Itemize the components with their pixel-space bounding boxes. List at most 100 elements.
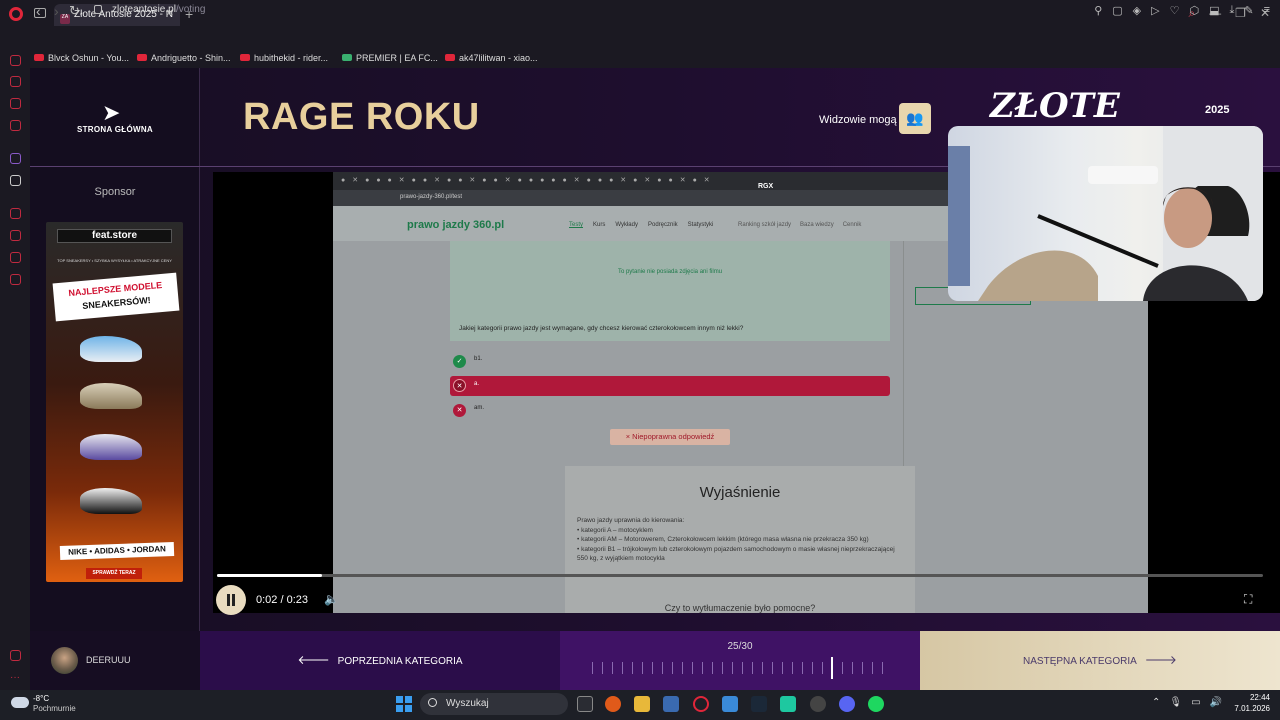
url-field[interactable]: zloteantosie.pl/voting (112, 4, 205, 15)
previous-category-button[interactable]: 🡐 POPRZEDNIA KATEGORIA (200, 631, 560, 690)
extensions-icon[interactable]: ⬡ (1189, 4, 1199, 17)
ai-icon[interactable]: ✎ (1244, 4, 1253, 17)
category-tick[interactable] (612, 662, 613, 674)
category-tick[interactable] (602, 662, 603, 674)
bookmark-item[interactable]: hubithekid - rider... (240, 53, 328, 63)
opera-logo-icon[interactable] (9, 7, 23, 21)
menu-icon[interactable]: ≡ (1264, 4, 1270, 17)
category-tick[interactable] (782, 662, 783, 674)
category-tick[interactable] (882, 662, 883, 674)
x-icon[interactable] (10, 175, 21, 186)
bookmark-item[interactable]: PREMIER | EA FC... (342, 53, 438, 63)
category-title: RAGE ROKU (243, 96, 480, 138)
category-tick[interactable] (662, 662, 663, 674)
file-explorer-icon[interactable] (634, 696, 650, 712)
notepad-icon[interactable] (722, 696, 738, 712)
shield-icon[interactable]: ◈ (1133, 4, 1141, 17)
forward-button[interactable]: › (54, 3, 59, 19)
discord-icon[interactable] (839, 696, 855, 712)
category-tick[interactable] (812, 662, 813, 674)
category-tick[interactable] (752, 662, 753, 674)
category-tick[interactable] (732, 662, 733, 674)
category-tick[interactable] (652, 662, 653, 674)
bookmark-item[interactable]: Andriguetto - Shin... (137, 53, 231, 63)
category-tick[interactable] (762, 662, 763, 674)
cloud-icon[interactable] (11, 697, 29, 708)
more-icon[interactable]: ··· (10, 672, 21, 683)
category-tick[interactable] (772, 662, 773, 674)
github-icon[interactable] (810, 696, 826, 712)
bookmark-item[interactable]: ak47lilitwan - xiao... (445, 53, 538, 63)
speaker-icon[interactable]: 🔊 (1210, 697, 1222, 708)
category-tick[interactable] (852, 662, 853, 674)
messenger-icon[interactable] (10, 76, 21, 87)
arrow-right-icon: 🡒 (1144, 653, 1177, 667)
display-icon[interactable]: ▭ (1191, 697, 1200, 708)
home-link[interactable]: STRONA GŁÓWNA (30, 125, 200, 134)
brave-icon[interactable] (605, 696, 621, 712)
viewers-button[interactable]: 👥 (899, 103, 931, 134)
category-tick[interactable] (622, 662, 623, 674)
category-tick[interactable] (592, 662, 593, 674)
snapshot-icon[interactable]: ▢ (1112, 4, 1122, 17)
store-icon[interactable] (663, 696, 679, 712)
chevron-up-icon[interactable]: ⌃ (1152, 697, 1160, 708)
fullscreen-icon[interactable]: ⛶ (1244, 592, 1252, 607)
pause-button[interactable] (216, 585, 246, 615)
windows-start-icon[interactable] (396, 696, 412, 712)
pin-icon[interactable]: ⚲ (1094, 4, 1102, 17)
home-arrow-icon[interactable]: ➤ (102, 100, 120, 126)
instagram-icon[interactable] (10, 120, 21, 131)
spotify-icon[interactable] (868, 696, 884, 712)
category-tick[interactable] (872, 662, 873, 674)
category-tick[interactable] (682, 662, 683, 674)
ad-cta-button[interactable]: SPRAWDŹ TERAZ (86, 568, 142, 579)
next-category-button[interactable]: NASTĘPNA KATEGORIA 🡒 (920, 631, 1280, 690)
gx-icon[interactable] (10, 650, 21, 661)
category-tick[interactable] (822, 662, 823, 674)
category-tick[interactable] (702, 662, 703, 674)
avatar[interactable] (51, 647, 78, 674)
lock-icon[interactable] (94, 5, 102, 14)
steam-icon[interactable] (751, 696, 767, 712)
category-tick[interactable] (642, 662, 643, 674)
category-tick[interactable] (672, 662, 673, 674)
play-icon[interactable]: ▷ (1151, 4, 1159, 17)
video-progress-track[interactable] (217, 574, 1263, 577)
wallet-icon[interactable]: ⬓ (1209, 4, 1219, 17)
aria-icon[interactable] (10, 55, 21, 66)
back-button[interactable]: ‹ (36, 3, 41, 19)
clock-date[interactable]: 7.01.2026 (1226, 704, 1270, 713)
category-tick-current[interactable] (831, 657, 833, 679)
weather-temperature[interactable]: -8°C (33, 694, 49, 703)
clock-time[interactable]: 22:44 (1236, 693, 1270, 702)
app-icon[interactable] (780, 696, 796, 712)
category-tick[interactable] (712, 662, 713, 674)
category-tick[interactable] (692, 662, 693, 674)
category-tick[interactable] (802, 662, 803, 674)
opera-sidebar: ··· (0, 55, 30, 690)
task-view-icon[interactable] (577, 696, 593, 712)
bookmark-item[interactable]: Blvck Oshun - You... (34, 53, 129, 63)
settings-icon[interactable] (10, 274, 21, 285)
heart-icon[interactable]: ♡ (1170, 4, 1180, 17)
history-icon[interactable] (10, 230, 21, 241)
player-icon[interactable] (10, 208, 21, 219)
taskbar-search[interactable]: Wyszukaj (420, 693, 568, 715)
pinboard-icon[interactable] (10, 252, 21, 263)
category-tick[interactable] (842, 662, 843, 674)
twitch-icon[interactable] (10, 153, 21, 164)
category-tick[interactable] (742, 662, 743, 674)
microphone-icon[interactable]: 🎙 (1169, 697, 1182, 708)
volume-icon[interactable]: 🔈 (324, 592, 339, 606)
video-rgx-label: RGX (758, 183, 774, 190)
reload-button[interactable]: ↻ (69, 3, 80, 19)
category-tick[interactable] (632, 662, 633, 674)
category-tick[interactable] (722, 662, 723, 674)
discord-icon[interactable] (10, 98, 21, 109)
category-tick[interactable] (792, 662, 793, 674)
weather-description[interactable]: Pochmurnie (33, 704, 76, 713)
download-icon[interactable]: ⤓ (1229, 4, 1234, 17)
opera-gx-icon[interactable] (693, 696, 709, 712)
category-tick[interactable] (862, 662, 863, 674)
